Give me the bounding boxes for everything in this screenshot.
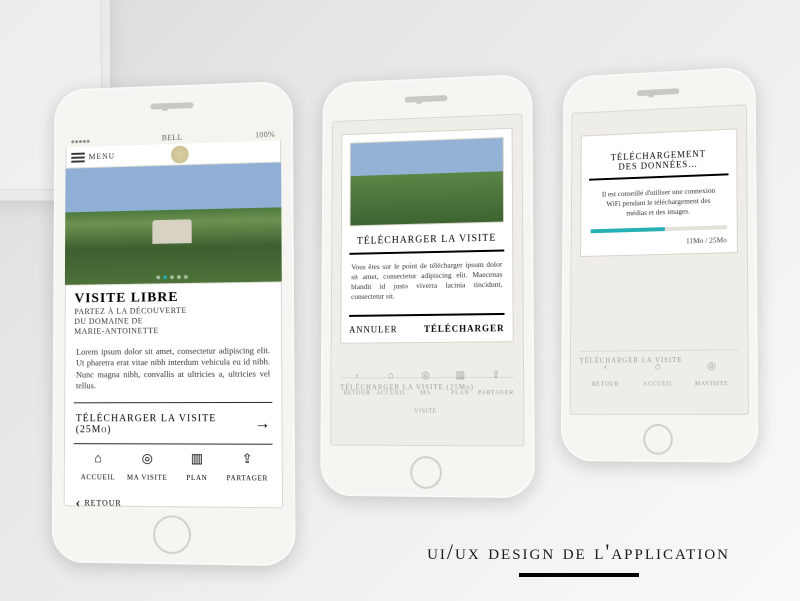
back-label: RETOUR — [84, 499, 121, 508]
screen-download-confirm: TÉLÉCHARGER LA VISITE Vous êtes sur le p… — [330, 114, 524, 447]
back-row[interactable]: ‹ RETOUR — [64, 486, 283, 508]
signal-icon — [71, 135, 90, 144]
modal-body: Vous êtes sur le point de télécharger ip… — [349, 254, 504, 315]
share-icon: ⇪ — [222, 451, 273, 468]
cancel-button[interactable]: ANNULER — [349, 324, 398, 334]
ghost-tab-plan: ▥PLAN — [443, 370, 478, 418]
progress-title: TÉLÉCHARGEMENT DES DONNÉES… — [589, 148, 728, 181]
ghost-tab-accueil: ⌂ACCUEIL — [632, 361, 685, 391]
phone-speaker — [637, 88, 679, 96]
ghost-tabbar: ‹RETOUR ⌂ACCUEIL ◎MAVISITE — [579, 361, 738, 391]
home-icon: ⌂ — [74, 450, 123, 466]
chevron-left-icon: ‹ — [75, 494, 80, 508]
hamburger-icon[interactable] — [71, 152, 84, 162]
ghost-tabbar: ‹RETOUR ⌂ACCUEIL ◎MA VISITE ▥PLAN ⇪PARTA… — [340, 370, 514, 418]
pin-icon: ◎ — [123, 450, 172, 466]
tab-bar: ⌂ACCUEIL ◎MA VISITE ▥PLAN ⇪PARTAGER — [74, 443, 273, 488]
phone-speaker — [405, 95, 448, 103]
progress-body: Il est conseillé d'utiliser une connexio… — [589, 177, 729, 229]
download-row[interactable]: TÉLÉCHARGER LA VISITE (25Mo) → — [74, 402, 273, 444]
ghost-tab-retour: ‹RETOUR — [340, 370, 374, 417]
visite-subtitle: PARTEZ À LA DÉCOUVERTE DU DOMAINE DE MAR… — [74, 305, 272, 337]
tab-accueil[interactable]: ⌂ACCUEIL — [74, 450, 123, 484]
home-button[interactable] — [643, 424, 673, 455]
ghost-tab-accueil: ⌂ACCUEIL — [374, 370, 408, 417]
battery-label: 100% — [255, 129, 275, 139]
ghost-tab-mavisite: ◎MAVISITE — [685, 361, 739, 391]
caption-text: ui/ux design de l'application — [427, 539, 730, 565]
confirm-button[interactable]: TÉLÉCHARGER — [424, 323, 505, 334]
visite-description: Lorem ipsum dolor sit amet, consectetur … — [64, 339, 282, 400]
tab-partager[interactable]: ⇪PARTAGER — [222, 451, 273, 486]
screen-download-progress: TÉLÉCHARGEMENT DES DONNÉES… Il est conse… — [570, 104, 749, 415]
tab-mavisite[interactable]: ◎MA VISITE — [122, 450, 172, 485]
screen-visite: BELL 100% MENU VISITE LIBRE PARTEZ À LA … — [64, 127, 283, 509]
phone-mock-3: TÉLÉCHARGEMENT DES DONNÉES… Il est conse… — [561, 66, 759, 462]
ghost-tab-partager: ⇪PARTAGER — [478, 370, 514, 418]
ghost-tab-retour: ‹RETOUR — [579, 361, 631, 390]
tab-plan[interactable]: ▥PLAN — [172, 450, 222, 485]
arrow-right-icon: → — [254, 415, 270, 433]
ghost-tab-mavisite: ◎MA VISITE — [408, 370, 443, 418]
carrier-label: BELL — [162, 132, 183, 141]
progress-modal: TÉLÉCHARGEMENT DES DONNÉES… Il est conse… — [580, 128, 738, 257]
carousel-pager[interactable] — [156, 275, 188, 279]
modal-thumbnail — [350, 137, 505, 226]
hero-image[interactable] — [65, 162, 282, 285]
menu-label[interactable]: MENU — [89, 152, 116, 162]
home-button[interactable] — [410, 456, 442, 489]
phone-speaker — [151, 102, 194, 109]
download-modal: TÉLÉCHARGER LA VISITE Vous êtes sur le p… — [340, 128, 513, 343]
modal-title: TÉLÉCHARGER LA VISITE — [349, 232, 504, 254]
caption-block: ui/ux design de l'application — [427, 539, 730, 577]
download-label: TÉLÉCHARGER LA VISITE (25Mo) — [76, 413, 254, 435]
caption-underline — [519, 573, 639, 577]
phone-mock-2: TÉLÉCHARGER LA VISITE Vous êtes sur le p… — [320, 74, 535, 499]
map-icon: ▥ — [172, 450, 222, 466]
phone-mock-1: BELL 100% MENU VISITE LIBRE PARTEZ À LA … — [52, 81, 296, 566]
home-button[interactable] — [153, 515, 191, 554]
app-logo — [171, 145, 189, 163]
